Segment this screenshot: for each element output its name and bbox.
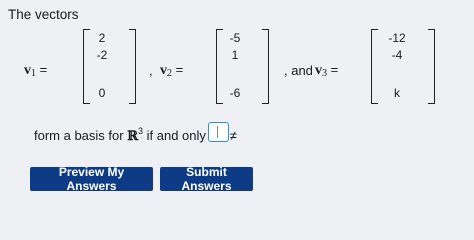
v2-label: v2 = <box>160 62 184 79</box>
v1-right-bracket <box>129 29 136 104</box>
real-space-symbol: ℝ <box>127 129 139 144</box>
v3-entry-2: -4 <box>391 48 403 62</box>
v3-entry-1: -12 <box>388 31 406 45</box>
basis-statement: form a basis for ℝ3 if and only if k ≠ <box>34 126 237 144</box>
problem-intro: The vectors <box>8 7 79 22</box>
and-separator: , and <box>284 63 313 78</box>
v1-entry-4: 0 <box>98 86 106 100</box>
v2-entry-4: -6 <box>229 86 241 100</box>
v3-entry-4: k <box>394 86 400 100</box>
v1-label: v1 = <box>24 62 48 79</box>
submit-answers-button[interactable]: Submit Answers <box>160 165 253 193</box>
text-caret <box>217 126 218 138</box>
v1-entry-2: -2 <box>96 48 108 62</box>
v3-left-bracket <box>371 29 378 104</box>
v3-label: v3 = <box>315 62 339 79</box>
k-answer-input[interactable] <box>208 122 229 142</box>
v2-entry-1: -5 <box>229 31 241 45</box>
preview-answers-button[interactable]: Preview My Answers <box>30 165 153 193</box>
comma-separator: , <box>149 63 153 78</box>
statement-period: . <box>232 126 236 141</box>
v2-entry-2: 1 <box>231 48 239 62</box>
v1-entry-1: 2 <box>98 31 106 45</box>
v3-right-bracket <box>428 29 435 104</box>
v2-right-bracket <box>262 29 269 104</box>
